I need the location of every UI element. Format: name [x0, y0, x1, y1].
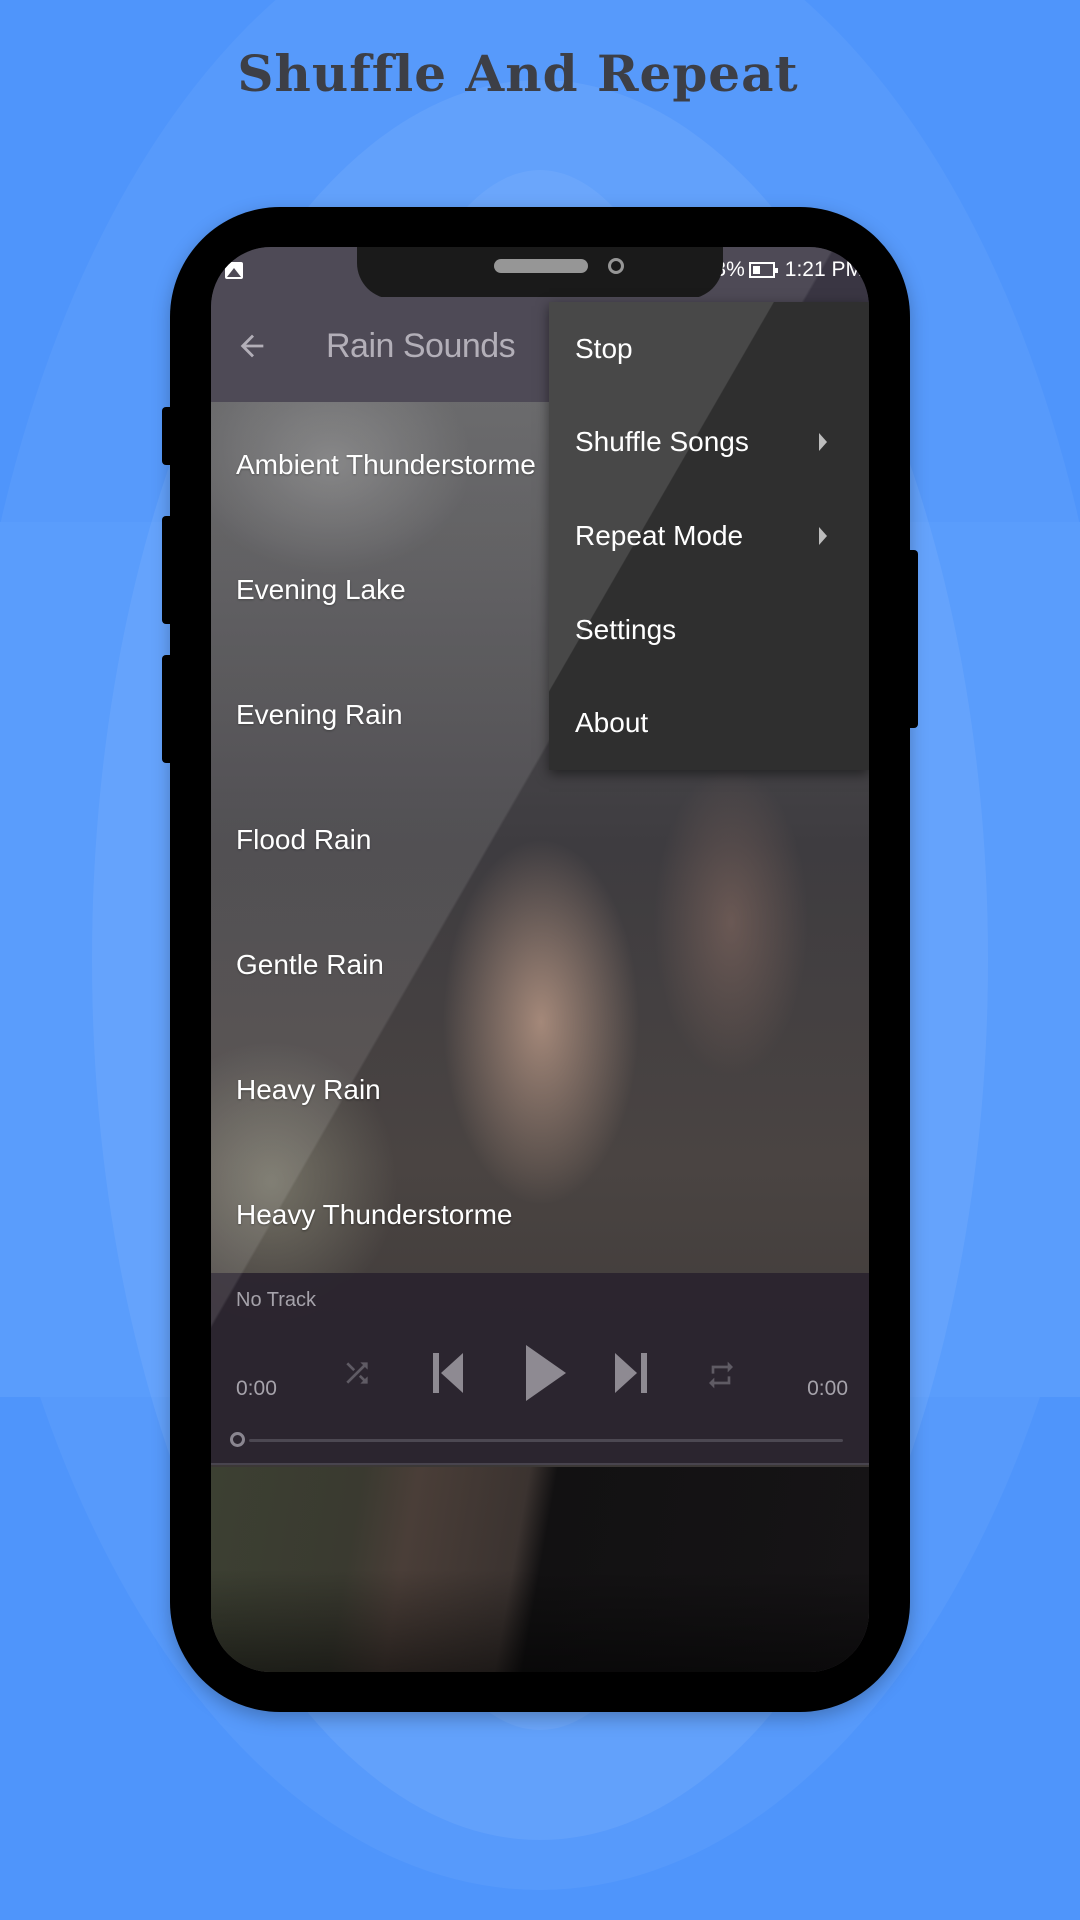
duration-time: 0:00	[807, 1377, 848, 1400]
submenu-arrow-icon	[819, 526, 827, 545]
menu-item-about[interactable]: About	[549, 676, 869, 770]
seek-bar[interactable]	[249, 1439, 843, 1442]
menu-item-shuffle-songs[interactable]: Shuffle Songs	[549, 396, 869, 490]
track-item[interactable]: Flood Rain	[211, 777, 869, 902]
status-right: 3% 1:21 PM	[714, 257, 863, 283]
front-camera	[608, 258, 624, 274]
submenu-arrow-icon	[819, 433, 827, 452]
menu-item-label: Shuffle Songs	[575, 426, 749, 458]
image-icon	[225, 262, 243, 279]
skip-next-icon[interactable]	[615, 1353, 651, 1398]
menu-item-label: Repeat Mode	[575, 519, 744, 551]
track-item[interactable]: Heavy Thunderstorme	[211, 1152, 869, 1277]
menu-item-settings[interactable]: Settings	[549, 583, 869, 677]
now-playing-title: No Track	[236, 1289, 317, 1311]
menu-item-label: Settings	[575, 613, 677, 645]
repeat-icon[interactable]	[705, 1357, 737, 1398]
earpiece-speaker	[494, 259, 588, 273]
menu-item-repeat-mode[interactable]: Repeat Mode	[549, 489, 869, 583]
track-item[interactable]: Gentle Rain	[211, 902, 869, 1027]
phone-notch	[357, 247, 723, 299]
phone-screen: 3% 1:21 PM Rain Sounds Ambient Thunderst…	[211, 247, 869, 1672]
menu-item-label: About	[575, 707, 649, 739]
menu-item-label: Stop	[575, 332, 633, 364]
battery-icon	[748, 262, 778, 278]
status-time: 1:21 PM	[784, 258, 863, 281]
menu-item-stop[interactable]: Stop	[549, 302, 869, 396]
elapsed-time: 0:00	[236, 1377, 277, 1400]
promo-headline: Shuffle And Repeat	[237, 44, 799, 103]
track-item[interactable]: Heavy Rain	[211, 1027, 869, 1152]
play-icon[interactable]	[526, 1345, 566, 1406]
shuffle-icon[interactable]	[341, 1357, 373, 1394]
overflow-menu: Stop Shuffle Songs Repeat Mode Settings …	[549, 302, 869, 770]
background-photo-bottom	[211, 1467, 869, 1672]
app-title: Rain Sounds	[326, 327, 516, 365]
arrow-left-icon[interactable]	[235, 329, 269, 363]
phone-frame: 3% 1:21 PM Rain Sounds Ambient Thunderst…	[170, 207, 910, 1712]
seek-bar-thumb[interactable]	[230, 1432, 245, 1447]
skip-previous-icon[interactable]	[433, 1353, 469, 1398]
player-panel: No Track 0:00 0:00	[211, 1273, 869, 1465]
